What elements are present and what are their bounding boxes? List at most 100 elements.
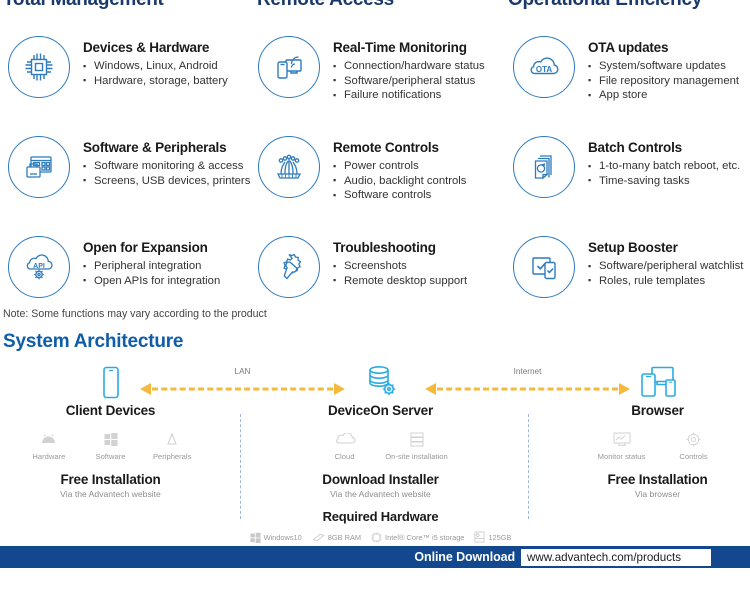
feature-list-item: Screenshots	[333, 259, 467, 274]
requirement-label: 8GB RAM	[327, 532, 362, 542]
feature-body: Batch Controls 1-to-many batch reboot, e…	[588, 133, 740, 188]
column-headings: Total Management Remote Access Operation…	[0, 0, 750, 11]
ota-cloud-icon: OTA	[513, 36, 575, 98]
sub-item: Hardware	[18, 429, 80, 461]
feature-card: Devices & Hardware Windows, Linux, Andro…	[0, 33, 250, 133]
feature-body: Troubleshooting Screenshots Remote deskt…	[333, 233, 467, 288]
feature-list-item: Connection/hardware status	[333, 59, 485, 74]
feature-list-item: Software controls	[333, 188, 466, 203]
sub-icon-row: Monitor status Controls	[565, 429, 750, 461]
install-title: Free Installation	[60, 472, 161, 487]
feature-body: Setup Booster Software/peripheral watchl…	[588, 233, 743, 288]
remote-controls-icon	[258, 136, 320, 198]
browser-devices-icon	[565, 362, 750, 400]
feature-list-item: Failure notifications	[333, 88, 485, 103]
batch-controls-icon	[513, 136, 575, 198]
feature-list-item: Windows, Linux, Android	[83, 59, 228, 74]
sub-item: On-site installation	[381, 429, 453, 461]
sub-icon-row: Hardware Software Peripherals	[18, 429, 203, 461]
feature-list: Screenshots Remote desktop support	[333, 259, 467, 288]
feature-list-item: File repository management	[588, 73, 739, 89]
feature-title: Open for Expansion	[83, 240, 208, 255]
column-heading-remote-access: Remote Access	[250, 0, 500, 11]
datasheet-page: Total Management Remote Access Operation…	[0, 0, 750, 591]
system-architecture-diagram: LAN Internet Client Devices Hardware Sof…	[0, 362, 750, 543]
feature-title: Real-Time Monitoring	[333, 40, 467, 55]
column-heading-total-management: Total Management	[0, 0, 250, 11]
feature-title: Batch Controls	[588, 140, 682, 155]
feature-list-item: Roles, rule templates	[588, 273, 743, 289]
column-heading-operational-efficiency: Operational Efficiency	[500, 0, 750, 11]
install-subtitle: Via the Advantech website	[330, 489, 431, 499]
sub-item-label: On-site installation	[385, 452, 448, 461]
feature-list-item: Software monitoring & access	[83, 159, 250, 174]
feature-list: Connection/hardware status Software/peri…	[333, 59, 485, 103]
cloud-icon	[309, 429, 381, 449]
svg-text:OTA: OTA	[536, 65, 553, 74]
footer-bar: Online Download www.advantech.com/produc…	[0, 546, 750, 568]
cpu-icon	[371, 532, 382, 542]
install-title: Free Installation	[607, 472, 708, 487]
feature-grid: Devices & Hardware Windows, Linux, Andro…	[0, 33, 750, 333]
requirement-item: 125GB	[474, 531, 511, 543]
troubleshooting-gear-wrench-icon	[258, 236, 320, 298]
feature-list-item: Open APIs for integration	[83, 273, 220, 289]
requirement-item: Intel® Core™ i5 storage	[371, 532, 464, 543]
sub-item: Controls	[658, 429, 730, 461]
online-download-url[interactable]: www.advantech.com/products	[521, 548, 711, 566]
api-cloud-icon: API	[8, 236, 70, 298]
sub-item: Monitor status	[586, 429, 658, 461]
node-label: DeviceOn Server	[327, 403, 434, 418]
feature-title: Setup Booster	[588, 240, 678, 255]
feature-list-item: Software/peripheral status	[333, 73, 485, 89]
feature-list-item: Software/peripheral watchlist	[588, 259, 743, 274]
feature-body: OTA updates System/software updates File…	[588, 33, 739, 103]
feature-list-item: Hardware, storage, battery	[83, 73, 228, 89]
controls-gear-icon	[658, 429, 730, 449]
feature-list-item: Audio, backlight controls	[333, 173, 466, 189]
sub-item-label: Controls	[679, 452, 708, 461]
requirement-label: 125GB	[488, 532, 512, 542]
ram-icon	[312, 533, 325, 541]
arch-node-deviceon-server: DeviceOn Server Cloud On-site installati…	[249, 362, 511, 543]
feature-card: Remote Controls Power controls Audio, ba…	[250, 133, 505, 233]
feature-list: Peripheral integration Open APIs for int…	[83, 259, 220, 288]
feature-body: Open for Expansion Peripheral integratio…	[83, 233, 220, 288]
sub-item: Cloud	[309, 429, 381, 461]
feature-list-item: App store	[588, 88, 739, 103]
feature-body: Remote Controls Power controls Audio, ba…	[333, 133, 466, 203]
feature-card: Real-Time Monitoring Connection/hardware…	[250, 33, 505, 133]
arch-node-browser: Browser Monitor status Controls Free Ins…	[565, 362, 750, 499]
install-title: Download Installer	[322, 472, 439, 487]
smartphone-icon	[18, 362, 203, 400]
product-note: Note: Some functions may vary according …	[3, 308, 267, 320]
requirements-title: Required Hardware	[322, 509, 439, 524]
feature-list: 1-to-many batch reboot, etc. Time-saving…	[588, 159, 740, 188]
node-label: Browser	[631, 403, 684, 418]
online-download-label: Online Download	[414, 550, 515, 564]
requirement-item: Windows10	[249, 532, 302, 543]
requirement-item: 8GB RAM	[312, 533, 361, 542]
sub-item: Software	[80, 429, 142, 461]
section-divider	[528, 414, 529, 519]
feature-list-item: 1-to-many batch reboot, etc.	[588, 159, 740, 174]
feature-list: Software monitoring & access Screens, US…	[83, 159, 250, 188]
feature-list-item: Time-saving tasks	[588, 173, 740, 189]
feature-body: Devices & Hardware Windows, Linux, Andro…	[83, 33, 228, 88]
sub-item-label: Software	[95, 452, 126, 461]
install-subtitle: Via the Advantech website	[60, 489, 161, 499]
arch-node-client-devices: Client Devices Hardware Software Periphe…	[18, 362, 203, 499]
database-server-icon	[258, 362, 503, 400]
requirements-row: Windows10 8GB RAM Intel® Core™ i5 storag…	[249, 531, 511, 543]
sub-item-label: Monitor status	[597, 452, 646, 461]
install-subtitle: Via browser	[634, 489, 681, 499]
sub-item-label: Peripherals	[152, 452, 192, 461]
requirement-label: Windows10	[263, 532, 302, 542]
storage-icon	[474, 531, 485, 543]
feature-body: Software & Peripherals Software monitori…	[83, 133, 250, 188]
feature-list: Windows, Linux, Android Hardware, storag…	[83, 59, 228, 88]
monitor-status-icon	[586, 429, 658, 449]
real-time-monitoring-icon	[258, 36, 320, 98]
sub-icon-row: Cloud On-site installation	[258, 429, 503, 461]
feature-list-item: System/software updates	[588, 59, 739, 74]
